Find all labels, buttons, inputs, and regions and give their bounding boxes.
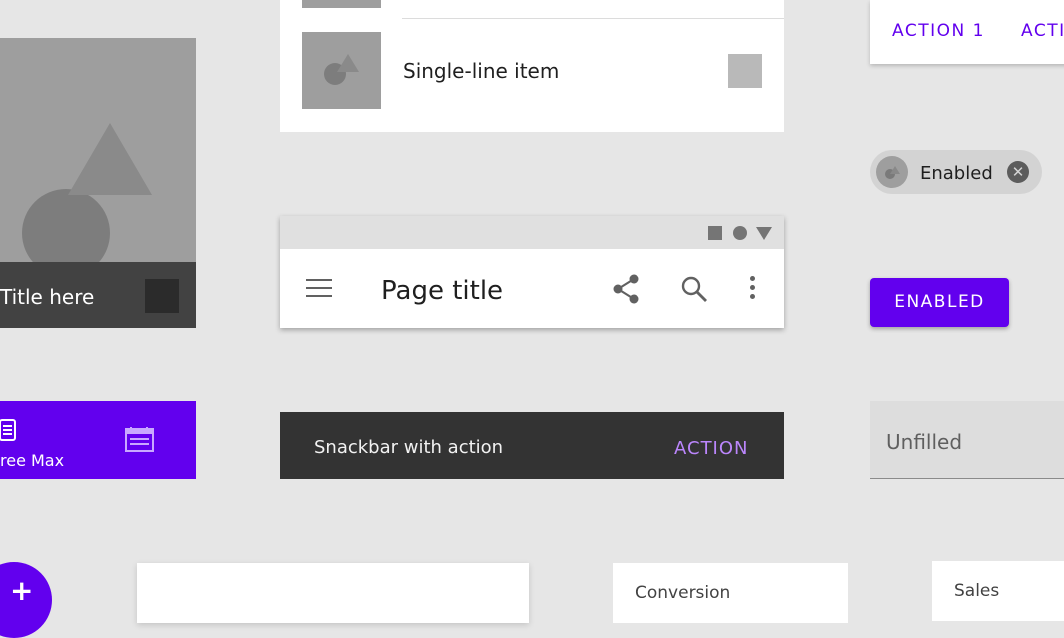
- conversion-card-label: Conversion: [635, 583, 731, 603]
- text-field-placeholder: Unfilled: [886, 430, 963, 454]
- fab-button[interactable]: +: [0, 562, 52, 638]
- bottom-navigation: ree Max: [0, 401, 196, 479]
- list-divider: [402, 18, 784, 19]
- list-thumbnail: [302, 0, 381, 8]
- more-vert-icon[interactable]: [750, 276, 755, 300]
- square-icon: [708, 226, 722, 240]
- search-icon[interactable]: [680, 275, 708, 303]
- image-placeholder-icon: [22, 123, 152, 262]
- list-item[interactable]: Single-line item: [403, 59, 559, 83]
- chip-avatar: [876, 156, 908, 188]
- add-icon: +: [10, 574, 34, 607]
- triangle-icon: [756, 227, 772, 240]
- input-chip[interactable]: Enabled ✕: [870, 150, 1042, 194]
- image-card[interactable]: Title here: [0, 38, 196, 328]
- snackbar: Snackbar with action ACTION: [280, 412, 784, 479]
- dialog-actions: ACTION 1 ACTION 2: [870, 0, 1064, 64]
- circle-icon: [733, 226, 747, 240]
- conversion-card: Conversion: [613, 563, 848, 623]
- image-card-title: Title here: [0, 285, 95, 309]
- enabled-button[interactable]: ENABLED: [870, 278, 1009, 327]
- sales-card-label: Sales: [954, 581, 1000, 601]
- snackbar-message: Snackbar with action: [314, 437, 504, 458]
- card: [137, 563, 529, 623]
- image-placeholder-icon: [885, 166, 900, 179]
- bottom-nav-item-label[interactable]: ree Max: [0, 451, 64, 470]
- top-app-bar: Page title: [280, 216, 784, 328]
- menu-icon[interactable]: [306, 279, 332, 299]
- list-thumbnail: [302, 32, 381, 109]
- image-placeholder-icon: [324, 54, 359, 85]
- chip-label: Enabled: [920, 163, 993, 184]
- text-field[interactable]: Unfilled: [870, 401, 1064, 479]
- sales-card: Sales: [932, 561, 1064, 621]
- share-icon[interactable]: [611, 273, 641, 305]
- list-card: Single-line item: [280, 0, 784, 132]
- calendar-icon[interactable]: [125, 427, 155, 453]
- list-icon[interactable]: [0, 419, 18, 443]
- page-title: Page title: [381, 276, 504, 306]
- image-card-action-icon[interactable]: [145, 279, 179, 313]
- dialog-action-1-button[interactable]: ACTION 1: [892, 21, 985, 41]
- snackbar-action-button[interactable]: ACTION: [674, 438, 749, 459]
- close-icon[interactable]: ✕: [1007, 161, 1029, 183]
- list-item-checkbox[interactable]: [728, 54, 762, 88]
- dialog-action-2-button[interactable]: ACTION 2: [1021, 21, 1064, 41]
- image-card-caption-bar: Title here: [0, 262, 196, 328]
- status-bar: [280, 216, 784, 249]
